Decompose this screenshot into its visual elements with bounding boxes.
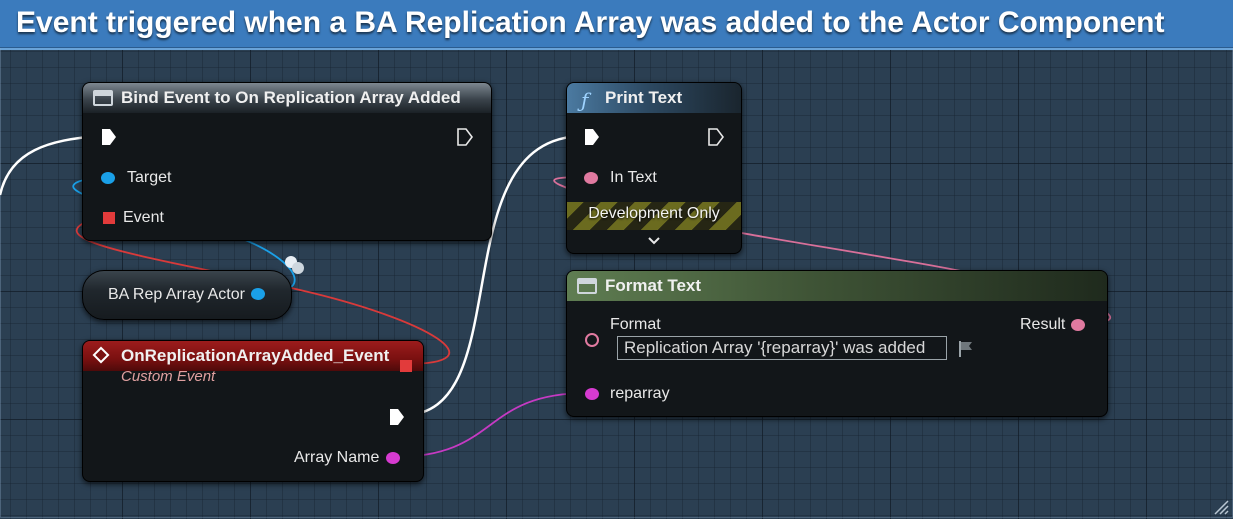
variable-node[interactable]: BA Rep Array Actor <box>82 270 292 320</box>
variable-node-label: BA Rep Array Actor <box>108 286 245 303</box>
in-text-pin-label: In Text <box>610 169 657 186</box>
format-text-node-title: Format Text <box>605 276 702 295</box>
reparray-pin-label: reparray <box>610 385 670 402</box>
localization-flag-icon[interactable] <box>957 340 975 358</box>
bind-event-node[interactable]: Bind Event to On Replication Array Added… <box>82 82 492 241</box>
format-pin-label: Format <box>610 316 661 333</box>
exec-out-pin[interactable] <box>708 128 724 146</box>
print-text-node-header[interactable]: ƒ Print Text <box>567 83 741 113</box>
delegate-output-pin[interactable] <box>400 360 412 372</box>
development-only-label: Development Only <box>588 205 720 222</box>
custom-event-node[interactable]: OnReplicationArrayAdded_Event Custom Eve… <box>82 340 424 482</box>
event-delegate-pin[interactable] <box>103 212 115 224</box>
print-text-node-title: Print Text <box>605 88 683 107</box>
function-node-icon <box>93 90 113 106</box>
exec-in-pin[interactable] <box>101 128 117 146</box>
custom-event-node-subtitle: Custom Event <box>121 368 216 385</box>
bind-event-node-header[interactable]: Bind Event to On Replication Array Added <box>83 83 491 113</box>
reparray-pin[interactable] <box>585 388 599 400</box>
exec-out-pin[interactable] <box>457 128 473 146</box>
custom-event-node-header[interactable]: OnReplicationArrayAdded_Event Custom Eve… <box>83 341 423 385</box>
comment-resize-grip-icon[interactable] <box>1213 499 1229 515</box>
variable-output-pin[interactable] <box>251 288 265 300</box>
result-pin[interactable] <box>1071 319 1085 331</box>
event-diamond-icon <box>92 346 110 364</box>
in-text-pin[interactable] <box>584 172 598 184</box>
format-text-node[interactable]: Format Text Format Replication Array '{r… <box>566 270 1108 417</box>
exec-out-pin[interactable] <box>389 408 405 426</box>
exec-in-pin[interactable] <box>584 128 600 146</box>
blueprint-graph-canvas[interactable]: Event triggered when a BA Replication Ar… <box>0 0 1233 519</box>
format-text-field[interactable]: Replication Array '{reparray}' was added <box>617 336 947 360</box>
wire-knot[interactable] <box>292 262 304 274</box>
target-pin-label: Target <box>127 169 172 186</box>
target-pin[interactable] <box>101 172 115 184</box>
event-pin-label: Event <box>123 209 164 226</box>
array-name-pin[interactable] <box>386 452 400 464</box>
result-pin-label: Result <box>1020 316 1066 333</box>
format-pin[interactable] <box>585 333 599 347</box>
bind-event-node-title: Bind Event to On Replication Array Added <box>121 88 461 107</box>
function-node-icon <box>577 278 597 294</box>
array-name-pin-label: Array Name <box>294 449 380 466</box>
function-f-icon: ƒ <box>581 88 589 112</box>
chevron-down-icon[interactable] <box>647 233 661 249</box>
format-text-node-header[interactable]: Format Text <box>567 271 1107 301</box>
print-text-node[interactable]: ƒ Print Text In Text Development Only <box>566 82 742 254</box>
